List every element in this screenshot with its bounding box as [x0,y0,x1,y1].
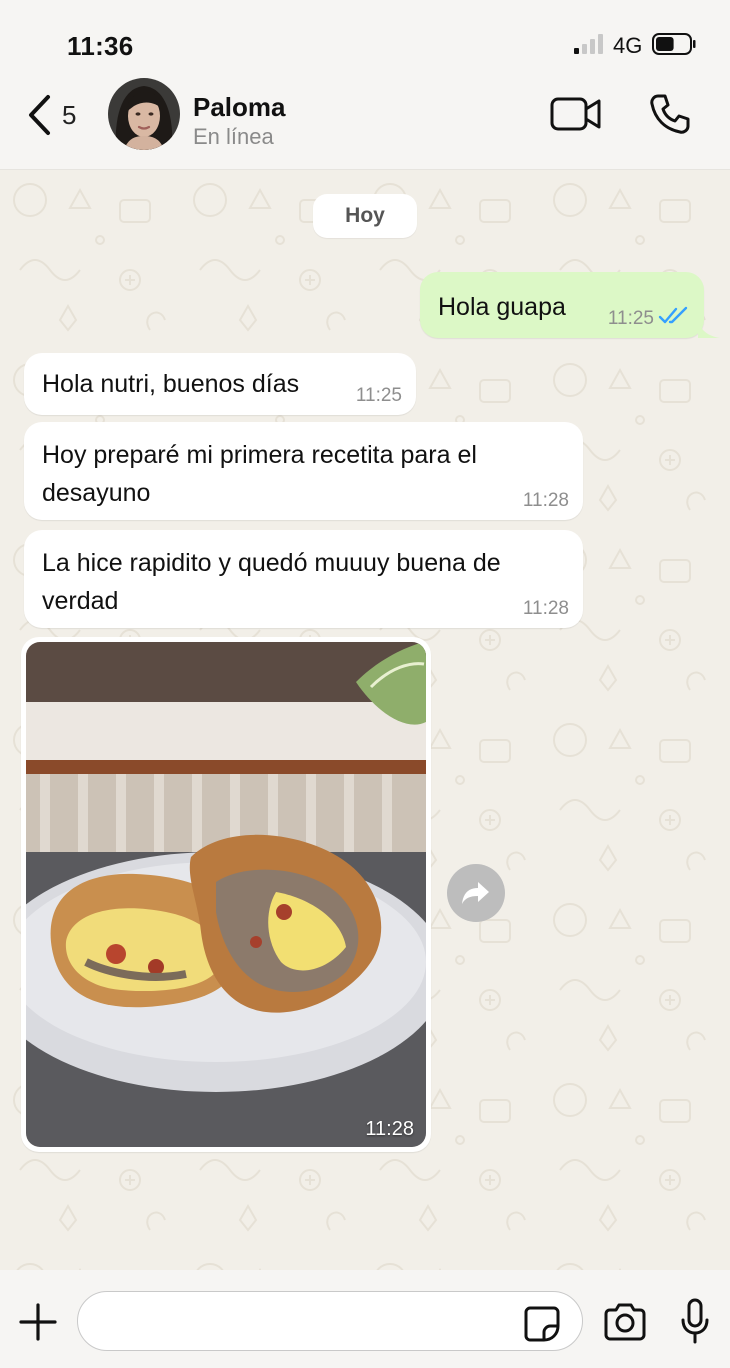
message-composer [0,1270,730,1368]
message-bubble-incoming[interactable]: Hola nutri, buenos días 11:25 [24,353,416,415]
forward-arrow-icon [462,882,489,904]
image-message[interactable]: 11:28 [21,637,431,1152]
bubble-tail [698,320,720,338]
message-time: 11:28 [522,490,569,511]
message-text: Hoy preparé mi primera recetita para el … [42,441,477,507]
message-bubble-outgoing[interactable]: Hola guapa 11:25 [420,272,704,338]
camera-button[interactable] [602,1302,648,1342]
message-time: 11:28 [522,598,569,619]
message-time: 11:28 [365,1118,414,1140]
contact-name[interactable]: Paloma [193,92,286,123]
camera-icon [604,1303,646,1341]
message-time: 11:25 [607,308,654,329]
sticker-icon [524,1306,560,1342]
network-type: 4G [613,33,643,58]
read-receipt-icon [658,306,688,324]
message-bubble-incoming[interactable]: La hice rapidito y quedó muuuy buena de … [24,530,583,628]
attach-button[interactable] [18,1302,58,1342]
sticker-button[interactable] [522,1304,562,1344]
status-bar: 11:36 4G [0,0,730,78]
chat-header: 5 Paloma En línea [0,78,730,170]
unread-count: 5 [62,99,77,130]
avatar[interactable] [108,78,180,150]
chevron-left-icon [29,95,50,135]
message-input[interactable] [77,1291,583,1351]
battery-icon [652,33,696,55]
phone-icon [650,94,690,134]
message-text: Hola nutri, buenos días [42,370,300,398]
photo-burrito [26,642,426,1147]
microphone-button[interactable] [680,1298,710,1344]
status-time: 11:36 [67,31,134,61]
video-call-button[interactable] [550,96,602,132]
chat-area[interactable]: Hoy Hola guapa 11:25 Hola nutri, buenos … [0,170,730,1270]
signal-strength-icon [574,34,603,54]
forward-button[interactable] [447,864,505,922]
contact-status: En línea [193,124,274,149]
message-text: La hice rapidito y quedó muuuy buena de … [42,549,501,615]
date-chip: Hoy [313,194,417,238]
message-time: 11:25 [355,385,402,406]
message-bubble-incoming[interactable]: Hoy preparé mi primera recetita para el … [24,422,583,520]
back-button[interactable]: 5 [26,90,90,140]
message-photo[interactable]: 11:28 [26,642,426,1147]
avatar-image [108,78,180,150]
microphone-icon [681,1298,709,1344]
video-camera-icon [550,97,601,131]
voice-call-button[interactable] [648,92,692,136]
message-text: Hola guapa [438,293,566,321]
plus-icon [19,1303,57,1341]
